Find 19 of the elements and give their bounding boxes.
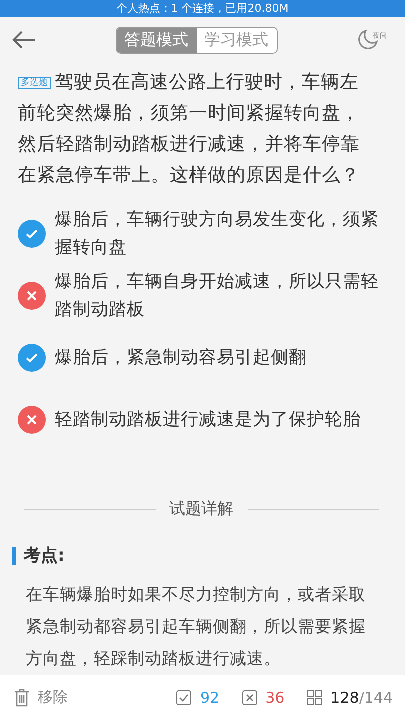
back-icon[interactable]	[12, 31, 36, 50]
section-title: 考点:	[24, 545, 65, 568]
checkbox-icon	[176, 690, 192, 706]
section-divider-title: 试题详解	[170, 499, 234, 520]
wrong-count: 36	[266, 688, 285, 707]
answer-option[interactable]: 爆胎后，车辆自身开始减速，所以只需轻踏制动踏板	[18, 265, 389, 328]
correct-count: 92	[200, 688, 220, 707]
status-bar: 个人热点：1 个连接，已用20.80M	[0, 0, 405, 18]
answer-option[interactable]: 爆胎后，车辆行驶方向易发生变化，须紧握转向盘	[18, 203, 389, 266]
trash-icon[interactable]	[14, 688, 30, 707]
answer-option[interactable]: 轻踏制动踏板进行减速是为了保护轮胎	[18, 389, 389, 452]
answer-option[interactable]: 爆胎后，紧急制动容易引起侧翻	[18, 327, 389, 390]
cross-box-icon	[242, 690, 258, 706]
remove-label[interactable]: 移除	[38, 688, 68, 708]
progress-counter: 128/144	[330, 688, 393, 708]
moon-icon[interactable]	[357, 29, 379, 52]
question-text: $^{多选题}$ 驾驶员在高速公路上行驶时，车辆左前轮突然爆胎，须第一时间紧握转向盘，然后轻踏制动踏板进行减速，并将车停靠在紧急停车带上。这样做的原因是什么？	[18, 71, 361, 188]
grid-icon[interactable]	[306, 690, 323, 706]
explanation-text: 在车辆爆胎时如果不尽力控制方向，或者采取紧急制动都容易引起车辆侧翻，所以需要紧握方向盘，轻踩制动踏板进行减速。	[25, 584, 367, 670]
